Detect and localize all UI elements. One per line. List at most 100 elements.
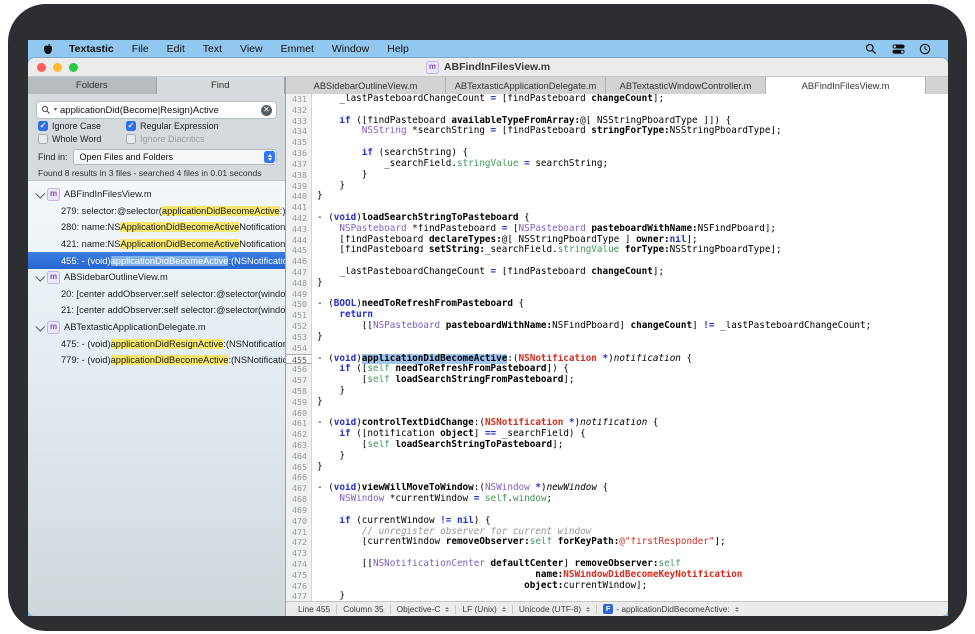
menu-edit[interactable]: Edit bbox=[158, 43, 194, 55]
option-ignore-case[interactable]: ✓Ignore Case bbox=[38, 121, 126, 131]
line-number: 438 bbox=[286, 170, 312, 181]
line-number: 460 bbox=[286, 408, 312, 419]
search-options-chevron-icon[interactable]: ▾ bbox=[54, 107, 57, 113]
status-line-455: Line 455 bbox=[292, 604, 336, 614]
code-line: 473 bbox=[286, 548, 948, 559]
option-regular-expression[interactable]: ✓Regular Expression bbox=[126, 121, 279, 131]
popup-arrows-icon bbox=[502, 607, 506, 612]
document-proxy-icon: m bbox=[426, 61, 439, 74]
status-applicationdidbecomeactive[interactable]: F- applicationDidBecomeActive: bbox=[597, 604, 745, 614]
code-line: 440} bbox=[286, 191, 948, 202]
code-text: - (void)controlTextDidChange:(NSNotifica… bbox=[312, 418, 948, 429]
find-result-file-row[interactable]: mABTextasticApplicationDelegate.m bbox=[28, 319, 285, 336]
match-text: 779: - (void) bbox=[61, 355, 111, 365]
line-number: 457 bbox=[286, 375, 312, 386]
disclosure-chevron-icon[interactable] bbox=[35, 321, 45, 331]
code-text: return bbox=[312, 310, 948, 321]
menu-help[interactable]: Help bbox=[378, 43, 418, 55]
editor-tab-abfindinfilesview-m[interactable]: ABFindInFilesView.m bbox=[766, 77, 926, 94]
code-text bbox=[312, 137, 948, 148]
code-text: [currentWindow removeObserver:self forKe… bbox=[312, 537, 948, 548]
option-whole-word[interactable]: Whole Word bbox=[38, 134, 126, 144]
status-lf-unix[interactable]: LF (Unix) bbox=[456, 604, 511, 614]
search-icon[interactable] bbox=[865, 43, 878, 56]
code-line: 450- (BOOL)needToRefreshFromPasteboard { bbox=[286, 299, 948, 310]
menu-window[interactable]: Window bbox=[323, 43, 378, 55]
app-window: m ABFindInFilesView.m FoldersFind ▾ ✕ ✓I… bbox=[28, 58, 948, 616]
disclosure-chevron-icon[interactable] bbox=[35, 189, 45, 199]
control-center-icon[interactable] bbox=[892, 43, 905, 56]
search-input[interactable] bbox=[60, 105, 258, 116]
find-result-match-row[interactable]: 475: - (void)applicationDidResignActive:… bbox=[28, 335, 285, 352]
line-number: 471 bbox=[286, 527, 312, 538]
code-line: 442- (void)loadSearchStringToPasteboard … bbox=[286, 213, 948, 224]
find-result-file-row[interactable]: mABSidebarOutlineView.m bbox=[28, 269, 285, 286]
match-text: :(NSNotification *)n... bbox=[223, 339, 285, 349]
menu-file[interactable]: File bbox=[123, 43, 158, 55]
line-number: 439 bbox=[286, 181, 312, 192]
line-number: 450 bbox=[286, 299, 312, 310]
code-text: if ([notification object] == _searchFiel… bbox=[312, 429, 948, 440]
code-line: 444 [findPasteboard declareTypes:@[ NSSt… bbox=[286, 235, 948, 246]
match-text: 21: [center addObserver:self selector:@s… bbox=[61, 305, 285, 315]
option-ignore-diacritics[interactable]: Ignore Diacritics bbox=[126, 134, 279, 144]
find-result-match-row[interactable]: 455: - (void)applicationDidBecomeActive:… bbox=[28, 252, 285, 269]
code-line: 472 [currentWindow removeObserver:self f… bbox=[286, 537, 948, 548]
code-line: 476 object:currentWindow]; bbox=[286, 581, 948, 592]
code-text: - (void)viewWillMoveToWindow:(NSWindow *… bbox=[312, 483, 948, 494]
line-number: 463 bbox=[286, 440, 312, 451]
desktop: TextasticFileEditTextViewEmmetWindowHelp… bbox=[28, 40, 948, 616]
code-line: 431 _lastPasteboardChangeCount = [findPa… bbox=[286, 94, 948, 105]
line-number: 472 bbox=[286, 537, 312, 548]
editor-tab-absidebaroutlineview-m[interactable]: ABSidebarOutlineView.m bbox=[286, 77, 446, 94]
menu-bar: TextasticFileEditTextViewEmmetWindowHelp bbox=[28, 40, 948, 58]
popup-arrows-icon bbox=[445, 607, 449, 612]
find-result-match-row[interactable]: 779: - (void)applicationDidBecomeActive:… bbox=[28, 352, 285, 369]
sidebar-tab-find[interactable]: Find bbox=[157, 77, 286, 94]
find-result-match-row[interactable]: 20: [center addObserver:self selector:@s… bbox=[28, 286, 285, 303]
code-line: 436 if (searchString) { bbox=[286, 148, 948, 159]
code-line: 470 if (currentWindow != nil) { bbox=[286, 516, 948, 527]
line-number: 466 bbox=[286, 472, 312, 483]
code-text: } bbox=[312, 386, 948, 397]
apple-menu-icon[interactable] bbox=[42, 43, 54, 56]
menu-emmet[interactable]: Emmet bbox=[272, 43, 323, 55]
line-number: 437 bbox=[286, 159, 312, 170]
line-number: 452 bbox=[286, 321, 312, 332]
line-number: 470 bbox=[286, 516, 312, 527]
status-objective-c[interactable]: Objective-C bbox=[391, 604, 456, 614]
code-text: } bbox=[312, 170, 948, 181]
find-result-match-row[interactable]: 421: name:NSApplicationDidBecomeActiveNo… bbox=[28, 236, 285, 253]
line-number: 432 bbox=[286, 105, 312, 116]
editor-tab-abtextasticapplicationdelegate-m[interactable]: ABTextasticApplicationDelegate.m bbox=[446, 77, 606, 94]
menu-view[interactable]: View bbox=[231, 43, 272, 55]
checkbox-icon bbox=[126, 134, 136, 144]
status-unicode-utf-8[interactable]: Unicode (UTF-8) bbox=[513, 604, 596, 614]
title-bar[interactable]: m ABFindInFilesView.m bbox=[28, 58, 948, 77]
menu-text[interactable]: Text bbox=[194, 43, 231, 55]
code-line: 459} bbox=[286, 397, 948, 408]
code-text bbox=[312, 472, 948, 483]
find-result-file-row[interactable]: mABFindInFilesView.m bbox=[28, 186, 285, 203]
find-result-match-row[interactable]: 21: [center addObserver:self selector:@s… bbox=[28, 302, 285, 319]
code-line: 462 if ([notification object] == _search… bbox=[286, 429, 948, 440]
sidebar-tab-folders[interactable]: Folders bbox=[28, 77, 157, 94]
code-text: [findPasteboard declareTypes:@[ NSString… bbox=[312, 235, 948, 246]
code-line: 471 // unregister observer for current w… bbox=[286, 527, 948, 538]
clock-icon[interactable] bbox=[919, 43, 932, 56]
code-line: 458 } bbox=[286, 386, 948, 397]
line-number: 474 bbox=[286, 559, 312, 570]
find-result-match-row[interactable]: 280: name:NSApplicationDidBecomeActiveNo… bbox=[28, 219, 285, 236]
line-number: 442 bbox=[286, 213, 312, 224]
code-text: if (searchString) { bbox=[312, 148, 948, 159]
disclosure-chevron-icon[interactable] bbox=[35, 272, 45, 282]
code-text: } bbox=[312, 397, 948, 408]
search-field[interactable]: ▾ ✕ bbox=[36, 101, 277, 119]
code-line: 441 bbox=[286, 202, 948, 213]
clear-search-icon[interactable]: ✕ bbox=[261, 105, 272, 116]
find-result-match-row[interactable]: 279: selector:@selector(applicationDidBe… bbox=[28, 203, 285, 220]
menu-textastic[interactable]: Textastic bbox=[60, 43, 123, 55]
code-area[interactable]: 431 _lastPasteboardChangeCount = [findPa… bbox=[286, 94, 948, 602]
find-in-dropdown[interactable]: Open Files and Folders bbox=[73, 149, 277, 165]
editor-tab-abtextasticwindowcontroller-m[interactable]: ABTextasticWindowController.m bbox=[606, 77, 766, 94]
